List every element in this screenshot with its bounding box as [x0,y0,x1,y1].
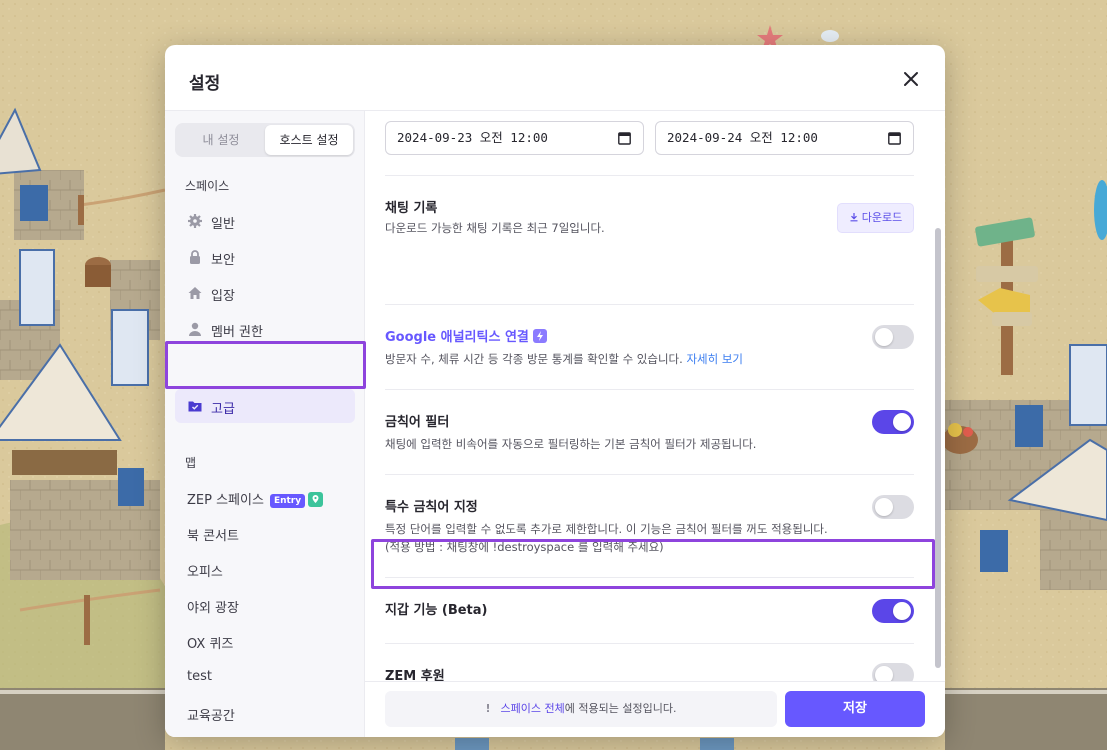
modal-header: 설정 [165,45,945,111]
modal-title: 설정 [189,74,221,94]
map-item-book-concert[interactable]: 북 콘서트 [187,525,239,544]
notice-text: 에 적용되는 설정입니다. [564,702,677,715]
zem-support-toggle[interactable] [872,663,914,681]
toggle-knob [875,666,893,681]
sidebar-item-label: 일반 [211,217,235,232]
sidebar-item-security[interactable]: 보안 [175,240,355,274]
divider [385,643,914,644]
user-icon [189,322,201,336]
map-item-label: ZEP 스페이스 [187,493,264,508]
settings-tab-switch: 내 설정 호스트 설정 [175,123,355,157]
download-icon [850,213,858,222]
chat-log-title: 채팅 기록 [385,201,438,216]
learn-more-link[interactable]: 자세히 보기 [686,352,743,366]
toggle-knob [893,602,911,620]
entry-badge: Entry [269,494,306,508]
toggle-knob [893,413,911,431]
gear-icon [188,214,202,228]
profanity-filter-title: 금칙어 필터 [385,415,450,430]
sidebar-item-label: 고급 [211,402,235,417]
scrollbar-thumb[interactable] [935,228,941,668]
lock-icon [190,250,200,264]
custom-profanity-title: 특수 금칙어 지정 [385,500,478,515]
settings-sidebar: 내 설정 호스트 설정 스페이스 일반 보안 입장 멤버 권한 고급 맵 ZEP… [165,111,365,737]
toggle-knob [875,498,893,516]
calendar-icon[interactable] [618,131,631,145]
scope-notice: ! 스페이스 전체에 적용되는 설정입니다. [385,691,777,727]
sidebar-item-general[interactable]: 일반 [175,204,355,238]
custom-profanity-description-line2: (적용 방법 : 채팅창에 !destroyspace 를 입력해 주세요) [385,540,664,554]
space-section-label: 스페이스 [185,179,230,193]
toggle-knob [875,328,893,346]
location-pin-icon [308,492,324,507]
divider [385,175,914,176]
start-datetime-value: 2024-09-23 오전 12:00 [397,130,548,145]
sidebar-item-label: 보안 [211,253,235,268]
custom-profanity-toggle[interactable] [872,495,914,519]
folder-icon [188,401,202,412]
advanced-settings-panel: 2024-09-23 오전 12:00 2024-09-24 오전 12:00 … [365,111,945,681]
home-icon [188,287,202,299]
map-item-zep-space[interactable]: ZEP 스페이스 Entry [187,489,324,508]
divider [385,389,914,390]
google-analytics-desc-text: 방문자 수, 체류 시간 등 각종 방문 통계를 확인할 수 있습니다. [385,352,683,366]
modal-footer: ! 스페이스 전체에 적용되는 설정입니다. 저장 [365,681,945,737]
tab-my-settings[interactable]: 내 설정 [177,125,265,155]
download-chat-log-button[interactable]: 다운로드 [837,203,914,233]
map-section-label: 맵 [185,456,197,470]
map-item-education-space[interactable]: 교육공간 [187,705,235,724]
start-datetime-input[interactable]: 2024-09-23 오전 12:00 [385,121,644,155]
google-analytics-title: Google 애널리틱스 연결 [385,326,547,345]
google-analytics-toggle[interactable] [872,325,914,349]
divider [385,474,914,475]
google-analytics-title-text: Google 애널리틱스 연결 [385,330,529,345]
wallet-feature-toggle[interactable] [872,599,914,623]
map-item-outdoor-plaza[interactable]: 야외 광장 [187,597,239,616]
end-datetime-value: 2024-09-24 오전 12:00 [667,130,818,145]
map-item-test[interactable]: test [187,669,212,684]
zem-support-title: ZEM 후원 [385,669,445,681]
chat-log-description: 다운로드 가능한 채팅 기록은 최근 7일입니다. [385,221,605,235]
save-button[interactable]: 저장 [785,691,925,727]
divider [385,577,914,578]
map-item-ox-quiz[interactable]: OX 퀴즈 [187,633,233,652]
calendar-icon[interactable] [888,131,901,145]
tab-host-settings[interactable]: 호스트 설정 [265,125,353,155]
custom-profanity-description-line1: 특정 단어를 입력할 수 없도록 추가로 제한합니다. 이 기능은 금칙어 필터… [385,522,828,536]
profanity-filter-toggle[interactable] [872,410,914,434]
settings-modal: 설정 내 설정 호스트 설정 스페이스 일반 보안 입장 멤버 권한 고급 맵 … [165,45,945,737]
map-item-office[interactable]: 오피스 [187,561,223,580]
download-label: 다운로드 [861,211,903,224]
wallet-feature-title: 지갑 기능 (Beta) [385,603,488,618]
sidebar-item-advanced[interactable]: 고급 [175,389,355,423]
notice-scope: 스페이스 전체 [500,702,565,715]
info-icon: ! [485,702,491,715]
sidebar-item-label: 입장 [211,289,235,304]
bolt-icon [532,329,547,343]
end-datetime-input[interactable]: 2024-09-24 오전 12:00 [655,121,914,155]
sidebar-item-label: 멤버 권한 [211,325,263,340]
profanity-filter-description: 채팅에 입력한 비속어를 자동으로 필터링하는 기본 금칙어 필터가 제공됩니다… [385,437,757,451]
close-button[interactable] [899,67,923,91]
close-icon [904,72,918,86]
sidebar-item-entry[interactable]: 입장 [175,276,355,310]
google-analytics-description: 방문자 수, 체류 시간 등 각종 방문 통계를 확인할 수 있습니다. 자세히… [385,350,865,368]
divider [385,304,914,305]
sidebar-item-member-permissions[interactable]: 멤버 권한 [175,312,355,346]
